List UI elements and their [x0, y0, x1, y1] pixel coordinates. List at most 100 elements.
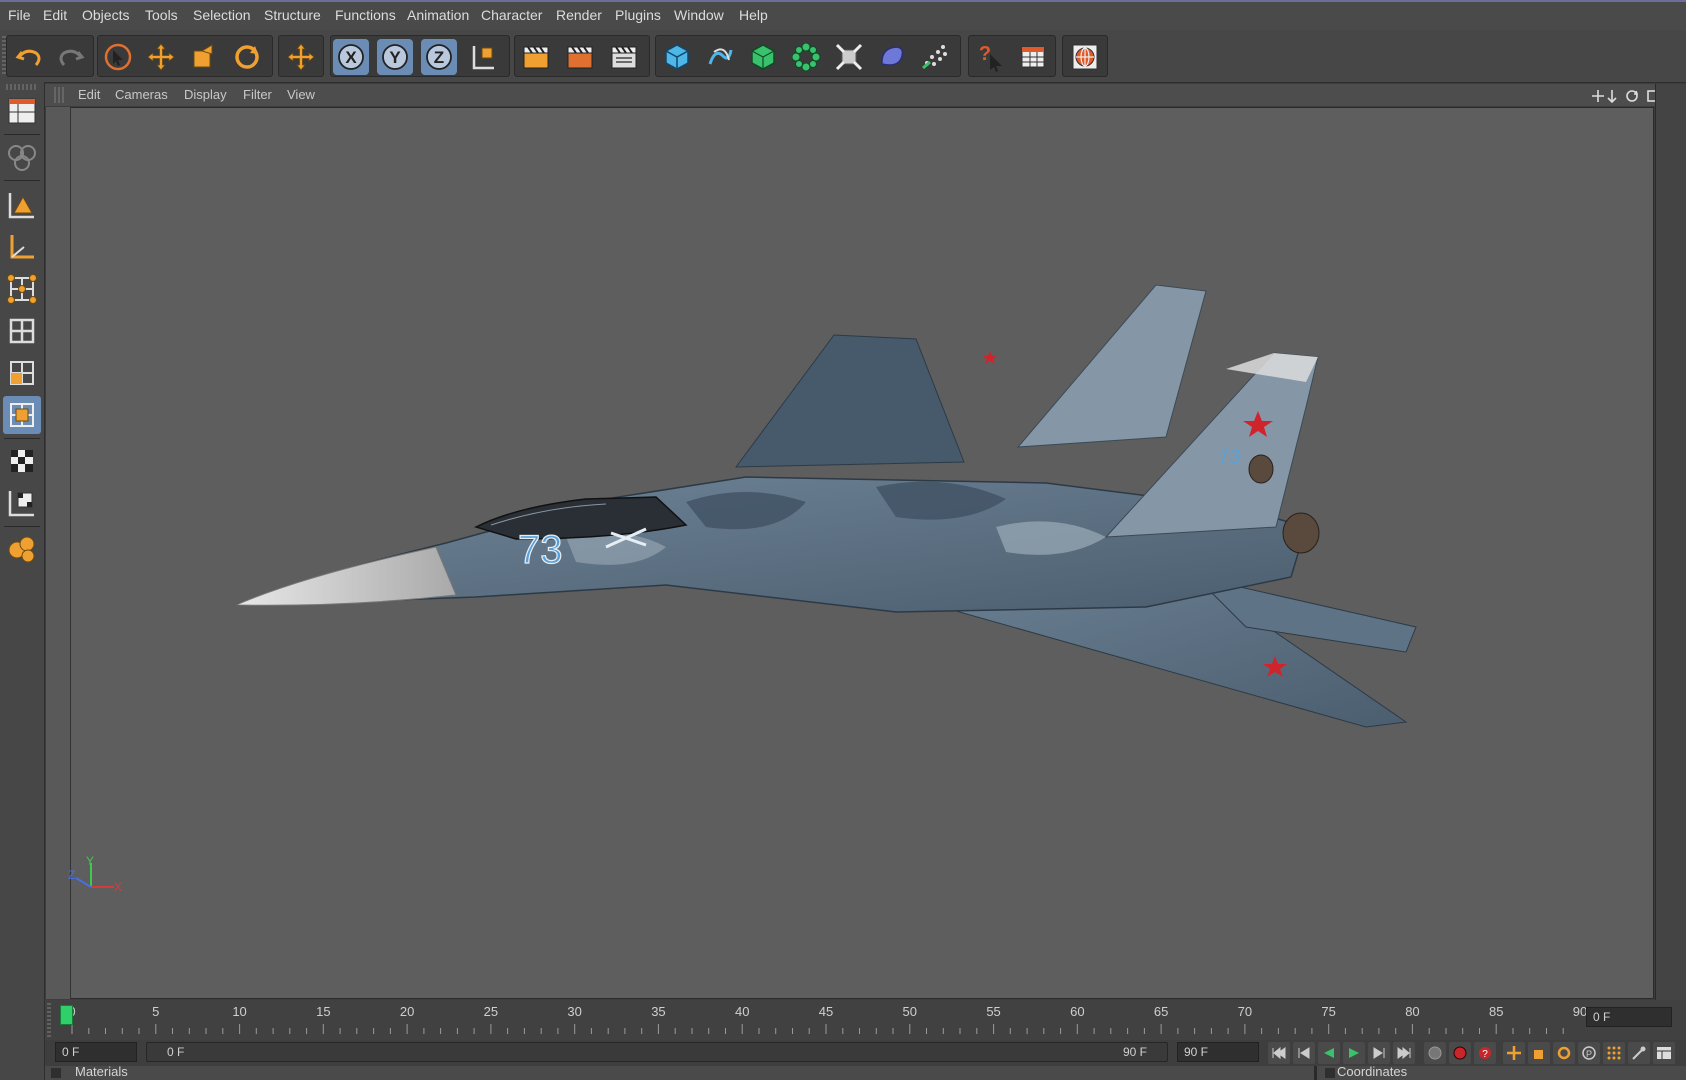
timeline-tick-label: 85 [1488, 1004, 1504, 1019]
viewport-menu-filter[interactable]: Filter [243, 87, 272, 102]
array-icon[interactable] [788, 39, 824, 75]
deformer-icon[interactable] [831, 39, 867, 75]
timeline-layout-icon[interactable] [1653, 1042, 1675, 1064]
sculpt-icon[interactable] [3, 530, 41, 568]
right-panel-edge [1655, 84, 1686, 1080]
svg-text:X: X [114, 880, 122, 894]
playhead[interactable] [60, 1005, 73, 1025]
model-mode-icon[interactable] [3, 138, 41, 176]
rotate-icon[interactable] [229, 39, 265, 75]
particles-icon[interactable] [917, 39, 953, 75]
timeline-tick-label: 15 [316, 1004, 331, 1019]
menu-window[interactable]: Window [674, 7, 724, 23]
keyframe-selection-icon[interactable]: ? [1474, 1042, 1496, 1064]
spline-pen-icon[interactable] [702, 39, 738, 75]
svg-text:P: P [1586, 1049, 1592, 1059]
z-axis-lock-icon[interactable]: Z [421, 39, 457, 75]
play-forward-icon[interactable] [1343, 1042, 1365, 1064]
timeline-tick-label: 75 [1321, 1004, 1336, 1019]
fuselage-number: 73 [518, 528, 563, 572]
help-pointer-icon[interactable]: ? [973, 39, 1009, 75]
axis-mode-icon[interactable] [3, 228, 41, 266]
tail-number: 73 [1218, 446, 1240, 468]
point-level-animation-icon[interactable] [1603, 1042, 1625, 1064]
position-track-icon[interactable] [1503, 1042, 1525, 1064]
parameter-track-icon[interactable]: P [1578, 1042, 1600, 1064]
timeline-ruler[interactable]: 051015202530354045505560657075808590 [58, 1004, 1587, 1036]
record-keys-icon[interactable] [1424, 1042, 1446, 1064]
materials-panel-grip[interactable] [51, 1068, 61, 1078]
timeline-tick-label: 40 [734, 1004, 750, 1019]
menu-character[interactable]: Character [481, 7, 542, 23]
y-axis-lock-icon[interactable]: Y [377, 39, 413, 75]
menu-selection[interactable]: Selection [193, 7, 251, 23]
layout-table-icon[interactable] [1016, 39, 1052, 75]
coordinates-panel-grip[interactable] [1325, 1068, 1335, 1078]
help-group: ? [968, 35, 1056, 77]
timeline-grip[interactable] [47, 1003, 51, 1037]
cube-icon[interactable] [659, 39, 695, 75]
object-axis-icon[interactable] [3, 186, 41, 224]
render-view-icon[interactable] [518, 39, 554, 75]
viewport-menu-edit[interactable]: Edit [78, 87, 100, 102]
viewport-menu-cameras[interactable]: Cameras [115, 87, 168, 102]
panel-divider[interactable] [1314, 1066, 1317, 1080]
live-selection-icon[interactable] [100, 39, 136, 75]
previous-key-icon[interactable] [1293, 1042, 1315, 1064]
x-axis-lock-icon[interactable]: X [333, 39, 369, 75]
autokeying-icon[interactable] [1449, 1042, 1471, 1064]
subdivision-surface-icon[interactable] [745, 39, 781, 75]
rotation-track-icon[interactable] [1553, 1042, 1575, 1064]
menu-functions[interactable]: Functions [335, 7, 396, 23]
undo-icon[interactable] [11, 39, 47, 75]
texture-mode-icon[interactable] [3, 442, 41, 480]
next-key-icon[interactable] [1368, 1042, 1390, 1064]
move-recent-icon[interactable] [283, 39, 319, 75]
scale-icon[interactable] [186, 39, 222, 75]
materials-panel-title[interactable]: Materials [75, 1064, 128, 1079]
menu-plugins[interactable]: Plugins [615, 7, 661, 23]
go-to-end-icon[interactable] [1393, 1042, 1415, 1064]
viewport-grip[interactable] [54, 87, 66, 103]
play-backward-icon[interactable] [1318, 1042, 1340, 1064]
redo-icon[interactable] [53, 39, 89, 75]
render-group [514, 35, 650, 77]
fighter-jet-model[interactable]: 73 73 [235, 284, 1417, 728]
menu-tools[interactable]: Tools [145, 7, 178, 23]
render-settings-icon[interactable] [606, 39, 642, 75]
palette-grip[interactable] [6, 84, 38, 90]
points-mode-icon[interactable] [3, 270, 41, 308]
start-frame-field[interactable]: 0 F [55, 1042, 137, 1062]
menu-render[interactable]: Render [556, 7, 602, 23]
menu-animation[interactable]: Animation [407, 7, 469, 23]
menu-edit[interactable]: Edit [43, 7, 67, 23]
polygons-mode-icon[interactable] [3, 354, 41, 392]
render-picture-viewer-icon[interactable] [562, 39, 598, 75]
edges-mode-icon[interactable] [3, 312, 41, 350]
environment-icon[interactable] [874, 39, 910, 75]
scale-track-icon[interactable] [1528, 1042, 1550, 1064]
svg-text:X: X [345, 48, 357, 67]
model-tool-icon[interactable] [3, 396, 41, 434]
viewport-menu-view[interactable]: View [287, 87, 315, 102]
range-slider[interactable]: 0 F 90 F [146, 1042, 1168, 1062]
move-icon[interactable] [143, 39, 179, 75]
end-frame-field[interactable]: 90 F [1177, 1042, 1259, 1062]
menu-file[interactable]: File [8, 7, 31, 23]
viewport-menu-display[interactable]: Display [184, 87, 227, 102]
motion-tracking-icon[interactable] [1628, 1042, 1650, 1064]
go-to-start-icon[interactable] [1268, 1042, 1290, 1064]
viewport-scene[interactable]: 73 73 Z X [46, 107, 1654, 999]
web-group [1062, 35, 1108, 77]
menu-structure[interactable]: Structure [264, 7, 321, 23]
timeline-tick-label: 25 [483, 1004, 499, 1019]
menu-help[interactable]: Help [739, 7, 768, 23]
globe-icon[interactable] [1067, 39, 1103, 75]
transform-tools-group [97, 35, 273, 77]
menu-objects[interactable]: Objects [82, 7, 129, 23]
workplane-icon[interactable] [3, 484, 41, 522]
coordinate-system-icon[interactable] [465, 39, 501, 75]
coordinates-panel-title[interactable]: Coordinates [1337, 1064, 1407, 1079]
layout-icon[interactable] [3, 92, 41, 130]
current-frame-field[interactable]: 0 F [1586, 1007, 1672, 1027]
